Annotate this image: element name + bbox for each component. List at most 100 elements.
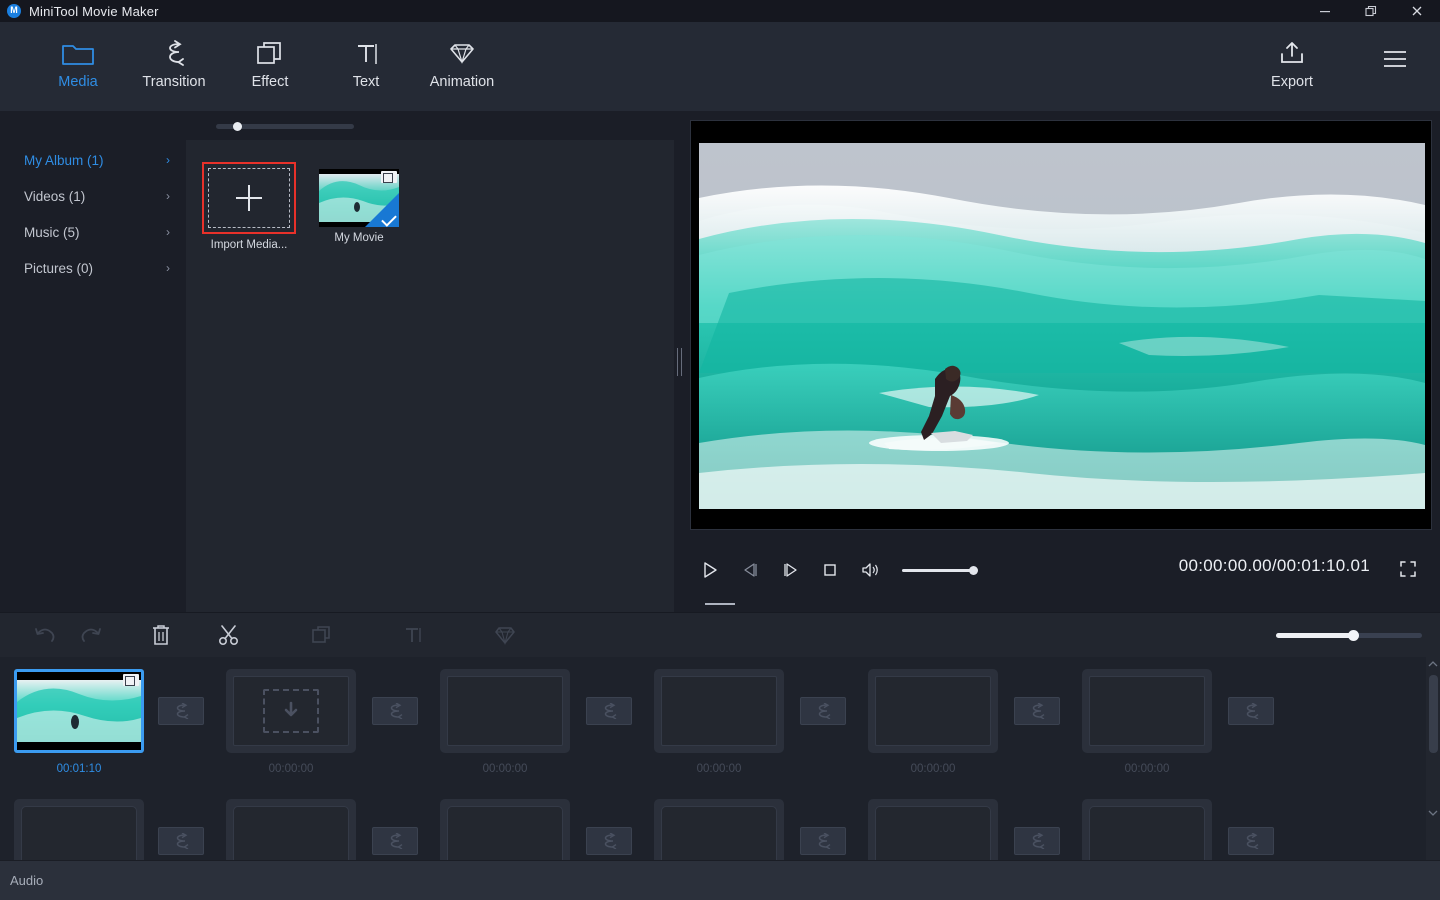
- audio-track[interactable]: Audio: [0, 860, 1440, 900]
- volume-icon[interactable]: [850, 550, 890, 590]
- diamond-icon[interactable]: [482, 613, 528, 658]
- chevron-right-icon: ›: [166, 153, 170, 167]
- transition-slot[interactable]: [586, 827, 632, 855]
- chevron-down-icon[interactable]: [1426, 806, 1440, 820]
- stop-icon[interactable]: [810, 550, 850, 590]
- media-size-slider[interactable]: [210, 122, 360, 131]
- zoom-thumb[interactable]: [1348, 630, 1359, 641]
- clip-thumbnail: [17, 672, 141, 750]
- trash-icon[interactable]: [138, 613, 184, 658]
- clip-inner: [661, 806, 777, 860]
- transition-slot[interactable]: [800, 697, 846, 725]
- redo-icon[interactable]: [68, 613, 114, 658]
- preview-scrub-handle[interactable]: [705, 601, 735, 607]
- slider-thumb[interactable]: [233, 122, 242, 131]
- timeline-clip[interactable]: [440, 799, 570, 860]
- volume-slider[interactable]: [902, 563, 978, 577]
- app-window: MiniTool Movie Maker: [0, 0, 1440, 900]
- timeline-clip[interactable]: 00:00:00: [226, 669, 356, 775]
- clip-inner: [447, 676, 563, 746]
- media-thumbnail[interactable]: [319, 169, 399, 227]
- undo-icon[interactable]: [22, 613, 68, 658]
- hamburger-menu-icon[interactable]: [1380, 48, 1410, 70]
- media-panel: Import Media... My Movie: [186, 112, 676, 612]
- timeline-clip[interactable]: 00:00:00: [1082, 669, 1212, 775]
- clip-inner: [233, 806, 349, 860]
- transition-slot[interactable]: [372, 827, 418, 855]
- play-icon[interactable]: [690, 550, 730, 590]
- clip-inner: [875, 676, 991, 746]
- scrollbar-thumb[interactable]: [1429, 675, 1438, 753]
- transition-slot[interactable]: [158, 827, 204, 855]
- import-media-button[interactable]: [202, 162, 296, 234]
- transition-slot[interactable]: [800, 827, 846, 855]
- transition-slot[interactable]: [1014, 697, 1060, 725]
- text-tool-icon[interactable]: [390, 613, 436, 658]
- restore-icon[interactable]: [1348, 0, 1394, 22]
- timeline-clip[interactable]: [654, 799, 784, 860]
- next-frame-icon[interactable]: [770, 550, 810, 590]
- previous-frame-icon[interactable]: [730, 550, 770, 590]
- timeline-clip[interactable]: 00:01:10: [14, 669, 144, 775]
- text-icon: [349, 36, 383, 70]
- timeline-clip[interactable]: 00:00:00: [654, 669, 784, 775]
- minimize-icon[interactable]: [1302, 0, 1348, 22]
- media-item-my-movie[interactable]: My Movie: [312, 162, 406, 244]
- fullscreen-icon[interactable]: [1398, 559, 1418, 579]
- media-grid: Import Media... My Movie: [186, 140, 676, 612]
- video-track-row-2: [0, 793, 1410, 860]
- tab-animation[interactable]: Animation: [414, 36, 510, 90]
- tab-text[interactable]: Text: [318, 36, 414, 90]
- clip-inner: [447, 806, 563, 860]
- scissors-icon[interactable]: [206, 613, 252, 658]
- timeline-clip[interactable]: [14, 799, 144, 860]
- export-button[interactable]: Export: [1244, 36, 1340, 90]
- transition-slot[interactable]: [158, 697, 204, 725]
- timeline-zoom-slider[interactable]: [1276, 630, 1422, 641]
- upload-icon: [1277, 36, 1307, 70]
- clip-duration: 00:01:10: [56, 763, 102, 775]
- sidebar-item-my-album[interactable]: My Album (1) ›: [0, 142, 186, 178]
- timeline-scrollbar[interactable]: [1426, 657, 1440, 860]
- sidebar-item-label: My Album (1): [24, 152, 104, 168]
- chevron-up-icon[interactable]: [1426, 657, 1440, 671]
- audio-track-label: Audio: [10, 873, 44, 888]
- diamond-icon: [445, 36, 479, 70]
- close-icon[interactable]: [1394, 0, 1440, 22]
- sidebar-item-music[interactable]: Music (5) ›: [0, 214, 186, 250]
- tab-effect-label: Effect: [251, 74, 289, 90]
- transition-slot[interactable]: [372, 697, 418, 725]
- transition-icon: [1032, 703, 1045, 719]
- sidebar-item-videos[interactable]: Videos (1) ›: [0, 178, 186, 214]
- panel-splitter[interactable]: [674, 112, 684, 612]
- volume-thumb[interactable]: [969, 566, 978, 575]
- timeline-clip[interactable]: [226, 799, 356, 860]
- timeline-clip[interactable]: 00:00:00: [868, 669, 998, 775]
- crop-icon[interactable]: [298, 613, 344, 658]
- volume-track: [902, 569, 974, 572]
- transition-slot[interactable]: [1228, 697, 1274, 725]
- sidebar-item-label: Videos (1): [24, 188, 86, 204]
- chevron-right-icon: ›: [166, 189, 170, 203]
- transition-icon: [390, 833, 403, 849]
- transition-slot[interactable]: [586, 697, 632, 725]
- transition-slot[interactable]: [1014, 827, 1060, 855]
- timeline-clip[interactable]: [868, 799, 998, 860]
- clip-inner: [21, 806, 137, 860]
- window-controls: [1302, 0, 1440, 22]
- import-media-label: Import Media...: [210, 239, 288, 251]
- video-preview[interactable]: [690, 120, 1432, 530]
- tab-animation-label: Animation: [429, 74, 495, 90]
- sidebar-item-pictures[interactable]: Pictures (0) ›: [0, 250, 186, 286]
- timeline-clip[interactable]: [1082, 799, 1212, 860]
- app-title: MiniTool Movie Maker: [29, 3, 159, 19]
- tab-media[interactable]: Media: [30, 36, 126, 90]
- clip-duration: 00:00:00: [482, 763, 528, 775]
- main-ribbon: Media Transition Effect Text Animation E…: [0, 22, 1440, 112]
- import-media-cell[interactable]: Import Media...: [202, 162, 296, 251]
- tab-effect[interactable]: Effect: [222, 36, 318, 90]
- transition-slot[interactable]: [1228, 827, 1274, 855]
- tab-transition[interactable]: Transition: [126, 36, 222, 90]
- sidebar-item-label: Pictures (0): [24, 260, 94, 276]
- timeline-clip[interactable]: 00:00:00: [440, 669, 570, 775]
